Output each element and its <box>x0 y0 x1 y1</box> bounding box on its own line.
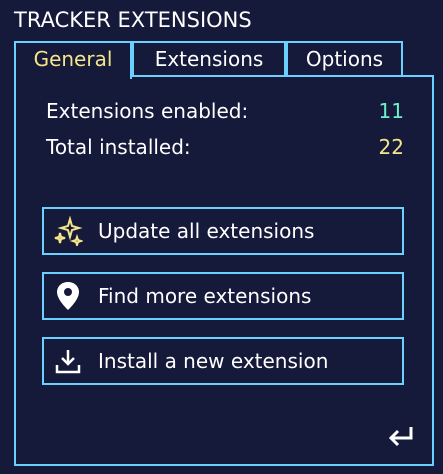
install-new-extension-label: Install a new extension <box>98 349 329 373</box>
install-new-extension-button[interactable]: Install a new extension <box>42 337 404 385</box>
return-icon[interactable] <box>386 424 416 450</box>
total-installed-label: Total installed: <box>46 135 191 159</box>
sparkle-icon <box>52 215 84 247</box>
tab-general[interactable]: General <box>14 41 132 79</box>
window-title: TRACKER EXTENSIONS <box>14 8 252 32</box>
tab-extensions[interactable]: Extensions <box>132 41 286 75</box>
extensions-enabled-value: 11 <box>378 99 404 123</box>
tab-options[interactable]: Options <box>286 41 403 75</box>
tab-bar: General Extensions Options <box>14 41 403 79</box>
update-all-extensions-button[interactable]: Update all extensions <box>42 207 404 255</box>
download-icon <box>52 345 84 377</box>
find-more-extensions-button[interactable]: Find more extensions <box>42 272 404 320</box>
find-more-extensions-label: Find more extensions <box>98 284 312 308</box>
location-pin-icon <box>52 280 84 312</box>
update-all-extensions-label: Update all extensions <box>98 219 315 243</box>
total-installed-value: 22 <box>378 135 404 159</box>
extensions-enabled-label: Extensions enabled: <box>46 99 249 123</box>
general-panel: Extensions enabled: 11 Total installed: … <box>14 75 434 466</box>
